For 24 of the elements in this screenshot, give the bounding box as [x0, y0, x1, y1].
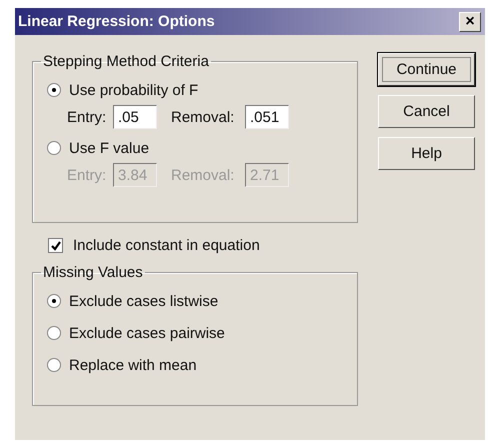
radio-label: Replace with mean	[69, 356, 197, 374]
checkbox-label: Include constant in equation	[73, 237, 260, 254]
dialog-button[interactable]: Cancel	[378, 95, 475, 128]
radio-label: Exclude cases pairwise	[69, 324, 225, 342]
radio-button[interactable]	[47, 83, 61, 97]
checkbox[interactable]	[48, 238, 63, 253]
removal-label: Removal:	[171, 166, 236, 184]
entry-label: Entry:	[67, 108, 108, 126]
radio-label: Exclude cases listwise	[69, 292, 218, 310]
removal-field[interactable]: .051	[245, 105, 289, 129]
radio-button[interactable]	[47, 326, 61, 340]
entry-field[interactable]: .05	[113, 105, 157, 129]
dialog-button[interactable]: Continue	[378, 53, 475, 86]
removal-label: Removal:	[171, 108, 236, 126]
group-title: Stepping Method Criteria	[42, 53, 210, 70]
radio-label: Use F value	[69, 140, 150, 156]
close-button[interactable]: ×	[459, 12, 481, 32]
dialog-button[interactable]: Help	[378, 137, 475, 170]
window-title: Linear Regression: Options	[18, 13, 215, 30]
radio-button[interactable]	[47, 358, 61, 372]
entry-label: Entry:	[67, 166, 108, 184]
group-title: Missing Values	[42, 264, 144, 281]
radio-button[interactable]	[47, 294, 61, 308]
radio-label: Use probability of F	[69, 82, 198, 98]
